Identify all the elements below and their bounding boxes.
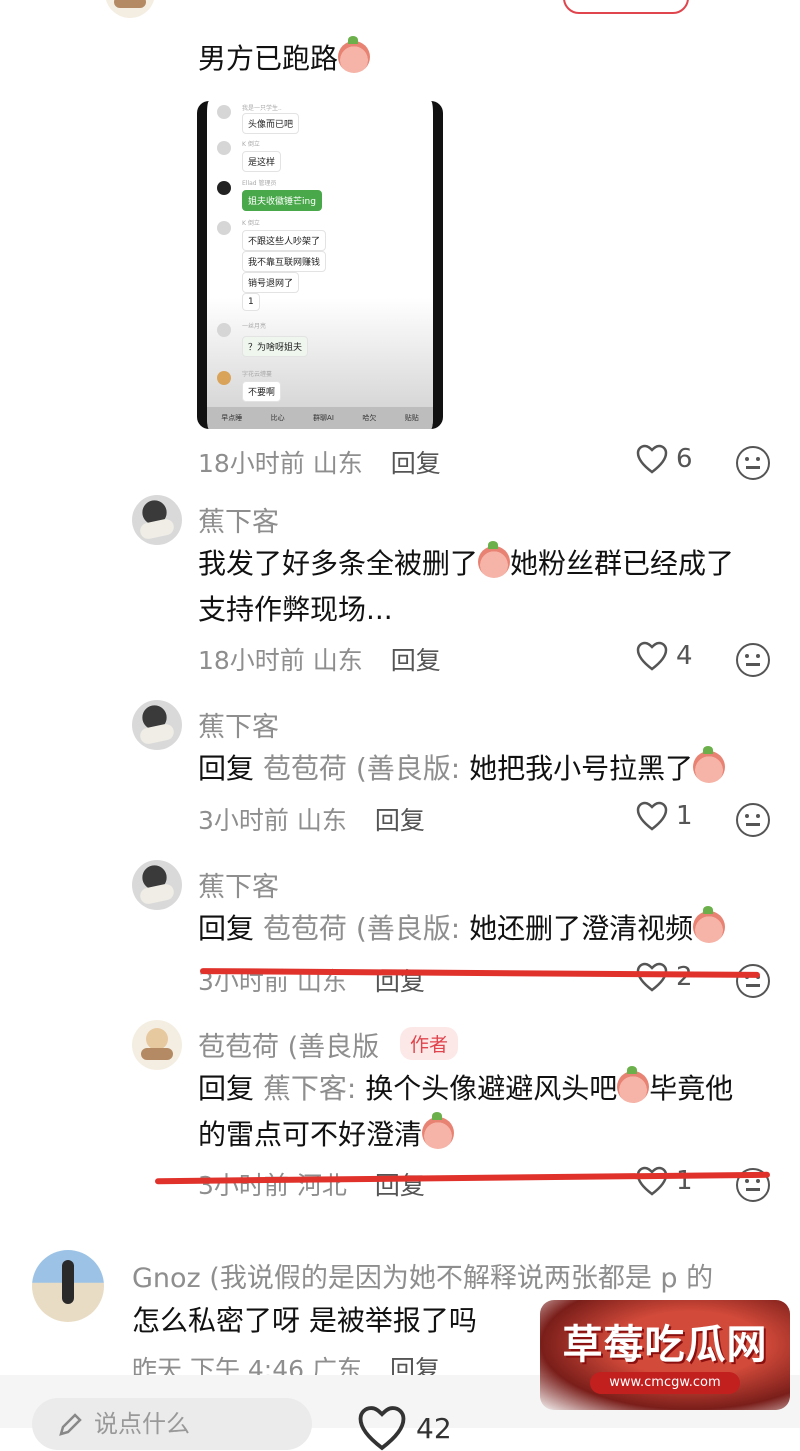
mini-name: 一丝月亮: [242, 323, 267, 330]
chat-screenshot-image[interactable]: 我是一只学生.. 头像而已吧 K 倒立 是这样 Ellad 管理员 姐夫收徽锤芒…: [197, 101, 443, 429]
reply-button[interactable]: 回复: [375, 806, 425, 835]
mini-avatar: [217, 105, 231, 119]
comment-location: 山东: [312, 646, 363, 675]
comment-time: 3小时前: [198, 806, 289, 835]
mini-avatar: [217, 141, 231, 155]
peach-emoji: [617, 1066, 650, 1103]
chat-toolbar-item: 比心: [270, 414, 285, 422]
reply-button[interactable]: 回复: [391, 646, 441, 675]
like-button[interactable]: 1: [636, 1166, 693, 1196]
chat-message: 不跟这些人吵架了: [242, 230, 327, 251]
watermark-url: www.cmcgw.com: [590, 1372, 740, 1394]
chat-message: 我不靠互联网赚钱: [242, 251, 327, 272]
heart-icon: [636, 1166, 668, 1196]
peach-emoji: [693, 906, 726, 943]
watermark-logo: 草莓吃瓜网 www.cmcgw.com: [540, 1300, 790, 1410]
emoji-reaction-icon[interactable]: [736, 446, 770, 480]
avatar[interactable]: [132, 495, 182, 545]
chat-toolbar-item: 群聊AI: [313, 414, 334, 422]
comment-meta: 3小时前 河北 回复: [198, 1166, 425, 1202]
mini-avatar: [217, 221, 231, 235]
like-count: 42: [416, 1411, 452, 1445]
crying-emoji: [478, 541, 511, 578]
chat-message: 1: [242, 293, 260, 311]
reply-button[interactable]: 回复: [391, 449, 441, 478]
like-button[interactable]: 1: [636, 801, 693, 831]
comment-time: 3小时前: [198, 1171, 289, 1200]
top-follow-button[interactable]: [563, 0, 689, 14]
mini-name: 我是一只学生..: [242, 105, 282, 112]
like-count: 6: [676, 444, 693, 474]
comment-author[interactable]: 蕉下客: [198, 500, 279, 539]
chat-message: 姐夫收徽锤芒ing: [242, 190, 322, 211]
comment-author[interactable]: 蕉下客: [198, 865, 279, 904]
chat-toolbar-item: 早点睡: [221, 414, 243, 422]
reply-target[interactable]: 苞苞荷 (善良版:: [263, 752, 460, 785]
comment-text: 怎么私密了呀 是被举报了吗: [132, 1304, 477, 1337]
comment-author[interactable]: 苞苞荷 (善良版: [198, 1025, 379, 1064]
comment-text: 男方已跑路: [198, 36, 371, 82]
watermark-title: 草莓吃瓜网: [562, 1321, 768, 1368]
pencil-icon: [59, 1413, 82, 1436]
like-button[interactable]: 6: [636, 444, 693, 474]
mini-name: 字花云缠蔓: [242, 371, 273, 378]
comment-text: 回复 苞苞荷 (善良版: 她把我小号拉黑了: [198, 746, 726, 792]
chat-toolbar-item: 哈欠: [362, 414, 377, 422]
mini-name: K 倒立: [242, 141, 260, 148]
chat-message: 不要啊: [242, 381, 282, 402]
comment-location: 山东: [312, 449, 363, 478]
mini-name: Ellad 管理员: [242, 180, 277, 187]
comment-meta: 3小时前 山东 回复: [198, 801, 425, 837]
mini-avatar: [217, 181, 231, 195]
heart-icon: [636, 641, 668, 671]
comment-author[interactable]: Gnoz (我说假的是因为她不解释说两张都是 p 的: [132, 1256, 732, 1295]
bottom-like-button[interactable]: 42: [356, 1405, 452, 1451]
reply-target[interactable]: 蕉下客:: [263, 1072, 356, 1105]
avatar[interactable]: [32, 1250, 104, 1322]
like-count: 1: [676, 801, 693, 831]
reply-target[interactable]: 苞苞荷 (善良版:: [263, 912, 460, 945]
chat-message: 是这样: [242, 151, 282, 172]
peach-emoji: [338, 36, 371, 73]
chat-toolbar-item: 贴贴: [404, 414, 419, 422]
like-count: 4: [676, 641, 693, 671]
comment-time: 18小时前: [198, 449, 305, 478]
peach-emoji: [693, 746, 726, 783]
emoji-reaction-icon[interactable]: [736, 803, 770, 837]
comment-location: 山东: [296, 806, 347, 835]
heart-icon: [636, 444, 668, 474]
comment-text: 回复 苞苞荷 (善良版: 她还删了澄清视频: [198, 906, 726, 952]
emoji-reaction-icon[interactable]: [736, 964, 770, 998]
top-author-avatar[interactable]: [105, 0, 155, 18]
comment-input-placeholder: 说点什么: [94, 1410, 190, 1438]
comment-text: 回复 蕉下客: 换个头像避避风头吧 毕竟他 的雷点可不好澄清: [198, 1066, 734, 1151]
emoji-reaction-icon[interactable]: [736, 643, 770, 677]
comment-time: 18小时前: [198, 646, 305, 675]
like-button[interactable]: 4: [636, 641, 693, 671]
heart-icon: [636, 801, 668, 831]
like-count: 1: [676, 1166, 693, 1196]
comment-author[interactable]: 蕉下客: [198, 705, 279, 744]
chat-toolbar: 早点睡 比心 群聊AI 哈欠 贴贴: [207, 407, 433, 429]
avatar[interactable]: [132, 1020, 182, 1070]
peach-emoji: [422, 1112, 455, 1149]
avatar[interactable]: [132, 860, 182, 910]
author-badge: 作者: [400, 1027, 459, 1060]
mini-avatar: [217, 371, 231, 385]
chat-message: 头像而已吧: [242, 113, 300, 134]
chat-message: ？为啥呀姐夫: [242, 336, 309, 357]
comment-meta: 18小时前 山东 回复: [198, 444, 441, 480]
comment-text: 我发了好多条全被删了 她粉丝群已经成了 支持作弊现场...: [198, 541, 735, 626]
chat-message: 销号退网了: [242, 272, 300, 293]
mini-name: K 倒立: [242, 220, 260, 227]
comment-meta: 18小时前 山东 回复: [198, 641, 441, 677]
heart-icon: [358, 1406, 406, 1451]
mini-avatar: [217, 323, 231, 337]
avatar[interactable]: [132, 700, 182, 750]
